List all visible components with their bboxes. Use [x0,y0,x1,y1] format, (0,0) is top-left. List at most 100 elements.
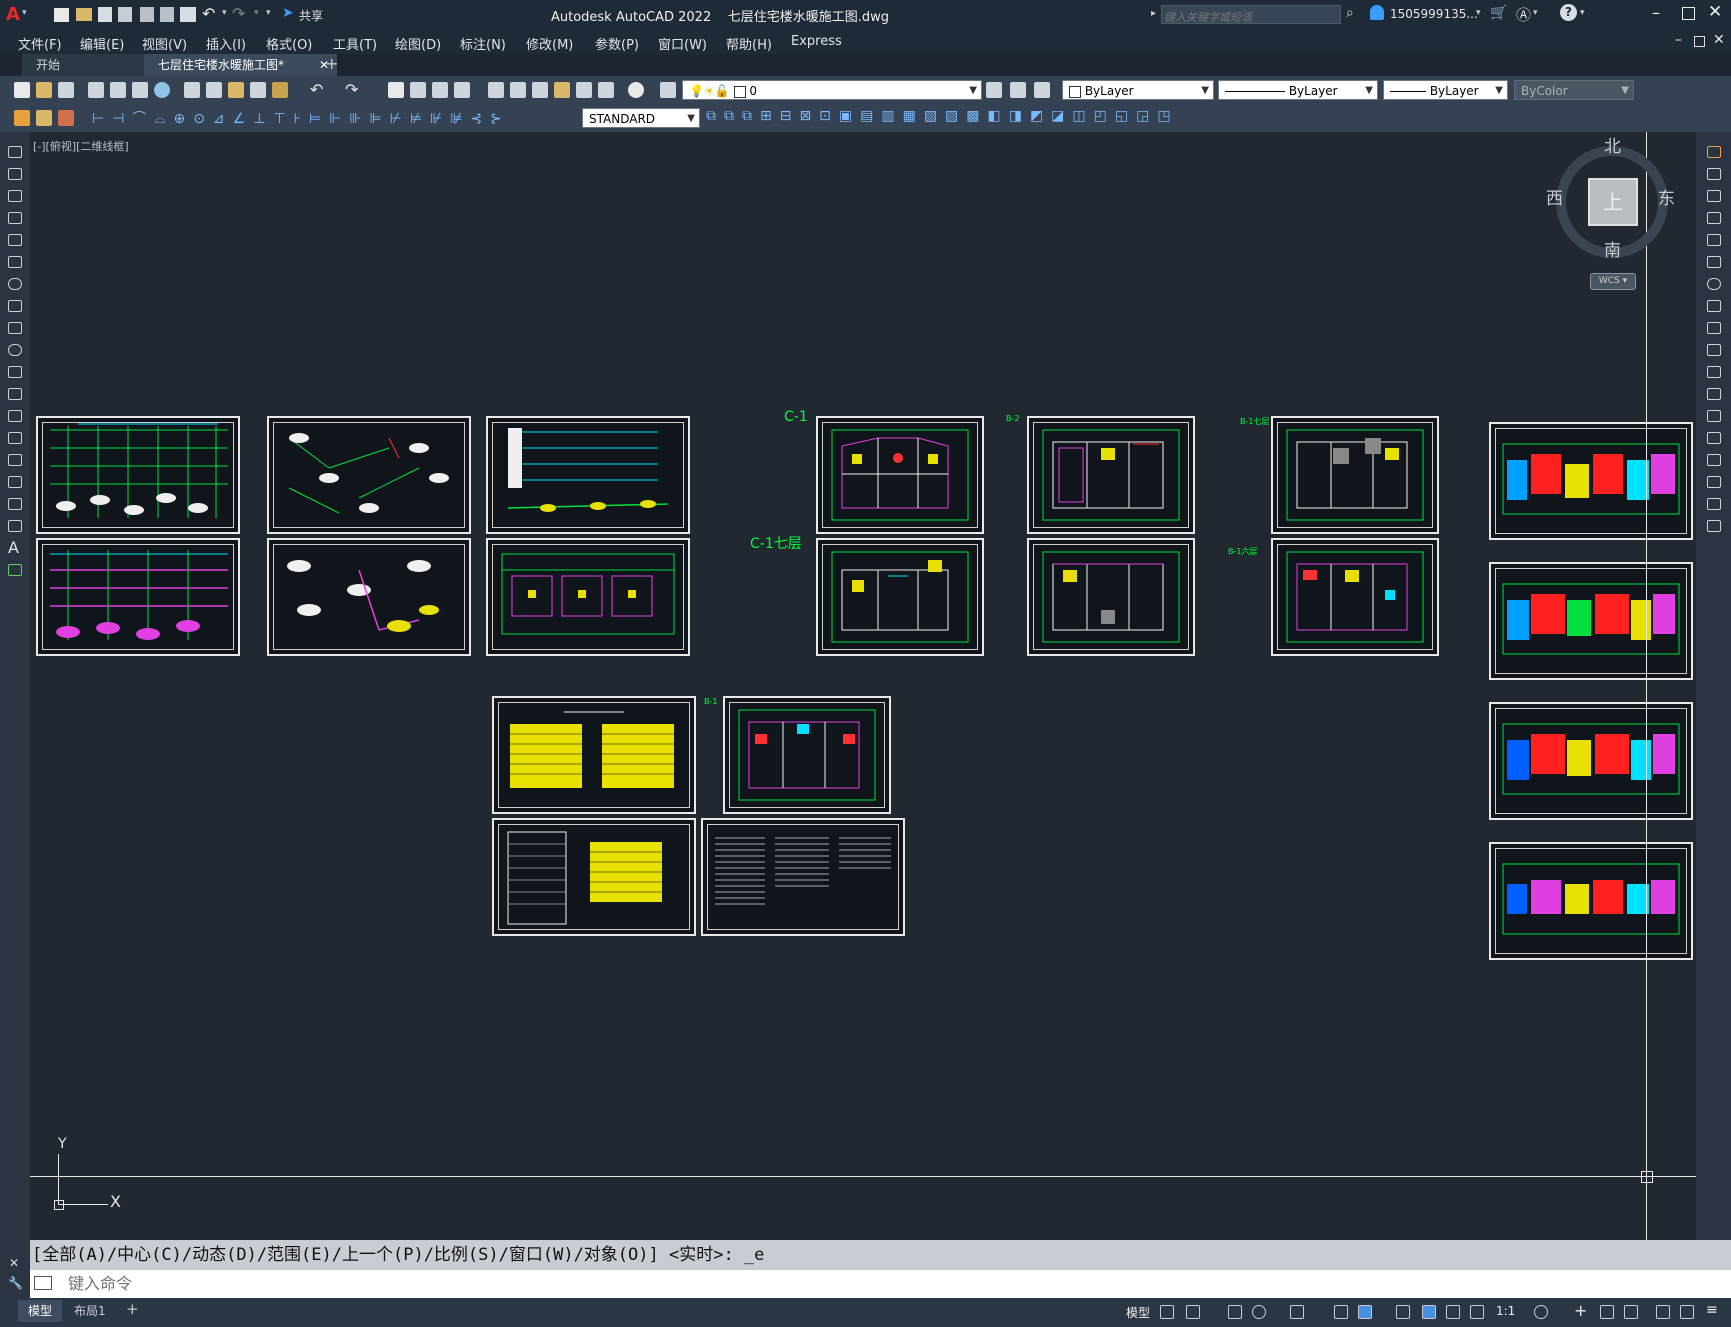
gradient-icon[interactable] [8,476,22,488]
model-space-button[interactable]: 模型 [1126,1304,1150,1321]
save-as-icon[interactable] [118,7,132,22]
table-icon[interactable] [8,520,22,532]
cart-icon[interactable]: 🛒 [1490,5,1507,21]
save-to-web-icon[interactable] [160,7,174,22]
arc-icon[interactable] [8,256,22,268]
make-block-icon[interactable] [8,410,22,422]
sheet-plan-b2[interactable] [1027,416,1195,534]
properties-icon[interactable] [488,82,504,98]
make-current-layer-icon[interactable] [986,82,1002,98]
tab-drawing[interactable]: 七层住宅楼水暖施工图* ✕ [144,54,337,76]
viewcube-north[interactable]: 北 [1604,132,1621,157]
sheet-plan-b1-7f[interactable] [1271,416,1439,534]
qnew-icon[interactable] [14,82,30,98]
mirror-icon[interactable] [1707,190,1721,202]
annotation-monitor-icon[interactable]: + [1574,1301,1587,1320]
user-account-name[interactable]: 1505999135... [1390,7,1478,21]
redo-dropdown-icon[interactable]: ▾ [254,8,259,18]
sheet-material-table[interactable] [492,696,696,814]
tab-layout1[interactable]: 布局1 [66,1300,114,1322]
ellipse-icon[interactable] [8,344,22,356]
menu-file[interactable]: 文件(F) [18,34,62,53]
units-icon[interactable] [1600,1305,1614,1319]
lineweight-dropdown[interactable]: ByLayer ▼ [1383,80,1508,100]
autodesk-app-icon[interactable]: Ⓐ [1516,4,1531,25]
add-selected-icon[interactable] [8,564,22,576]
object-snap-icon[interactable] [1358,1305,1372,1319]
region-icon[interactable] [8,498,22,510]
redo-icon[interactable]: ↷ [232,4,245,23]
layer-previous-icon[interactable] [1010,82,1026,98]
add-layout-icon[interactable]: + [126,1300,139,1318]
insert-block-icon[interactable] [8,388,22,400]
doc-restore-icon[interactable] [1694,36,1705,47]
match-properties-icon[interactable] [250,82,266,98]
clean-screen-icon[interactable] [1680,1305,1694,1319]
zoom-realtime-icon[interactable] [410,82,426,98]
plot-icon[interactable] [180,7,196,22]
revision-cloud-icon[interactable] [8,300,22,312]
array-icon[interactable] [1707,234,1721,246]
sheet-color-plan-4[interactable] [1489,842,1693,960]
open-file-icon[interactable] [76,8,92,21]
layer-freeze-icon[interactable]: ☀ [704,84,715,98]
save-icon[interactable] [98,7,112,22]
quickcalc-icon[interactable] [598,82,614,98]
design-center-icon[interactable] [510,82,526,98]
menu-parametric[interactable]: 参数(P) [595,34,639,53]
autodesk-app-dropdown-icon[interactable]: ▾ [1533,8,1538,18]
drawing-canvas[interactable]: [-][俯视][二维线框] C-1 C-1七层 B-2 B-1七层 B-1六层 … [30,132,1696,1240]
customization-icon[interactable]: ≡ [1706,1302,1718,1318]
viewport-controls-label[interactable]: [-][俯视][二维线框] [33,138,129,154]
modify-tools-icon[interactable]: ⧉⧉⧉⊞⊟⊠⊡▣▤▥▦▧▨▩◧◨◩◪◫◰◱◲◳ [706,108,1216,128]
spline-icon[interactable] [8,322,22,334]
stretch-icon[interactable] [1707,322,1721,334]
user-icon[interactable] [1370,5,1384,20]
maximize-icon[interactable] [1682,7,1695,20]
print-preview-icon[interactable] [110,82,126,98]
quick-dimension-icon[interactable] [14,110,30,126]
undo-dropdown-icon[interactable]: ▾ [222,8,227,18]
color-dropdown[interactable]: ByLayer ▼ [1062,80,1214,100]
menu-tools[interactable]: 工具(T) [333,34,377,53]
menu-express[interactable]: Express [791,34,842,49]
menu-window[interactable]: 窗口(W) [658,34,707,53]
cut-icon[interactable] [184,82,200,98]
chamfer-icon[interactable] [1707,454,1721,466]
menu-help[interactable]: 帮助(H) [726,34,772,53]
plotstyle-dropdown[interactable]: ByColor ▼ [1514,80,1634,100]
command-close-icon[interactable]: ✕ [9,1256,19,1270]
isodraft-icon[interactable] [1290,1305,1304,1319]
autocad-logo-icon[interactable]: A [6,4,20,25]
menu-format[interactable]: 格式(O) [266,34,312,53]
quick-properties-icon[interactable] [1624,1305,1638,1319]
ortho-icon[interactable] [1228,1305,1242,1319]
grid-icon[interactable] [1160,1305,1174,1319]
dimension-tools-icon[interactable]: ⊢⊣⌒⌓⊕⊙⊿∠⊥⊤⊦⊨⊩⊪⊫⊬⊭⊮⊯⊰⊱ [92,108,592,128]
textstyle-dropdown[interactable]: STANDARD ▼ [582,108,700,128]
recent-commands-icon[interactable] [34,1276,52,1290]
quick-access-customize-icon[interactable]: ▾ [266,8,271,18]
ellipse-arc-icon[interactable] [8,366,22,378]
auto-scale-icon[interactable] [1446,1305,1460,1319]
explode-icon[interactable] [1707,520,1721,532]
block-editor-icon[interactable] [272,82,288,98]
help-toolbar-icon[interactable] [628,82,644,98]
sheet-plan-b1-6f[interactable] [1271,538,1439,656]
blend-curves-icon[interactable] [1707,498,1721,510]
sheet-site-plan[interactable] [486,538,690,656]
zoom-window-icon[interactable] [432,82,448,98]
viewcube-top-face[interactable]: 上 [1588,178,1638,226]
dimension-erase-icon[interactable] [58,110,74,126]
sheet-heating-system-2[interactable] [36,538,240,656]
publish-icon[interactable] [132,82,148,98]
polyline-icon[interactable] [8,190,22,202]
search-icon[interactable]: ⌕ [1346,5,1354,21]
annotation-visibility-icon[interactable] [1422,1305,1436,1319]
undo-toolbar-icon[interactable]: ↶ [310,80,323,99]
polygon-icon[interactable] [8,212,22,224]
new-tab-icon[interactable]: + [325,54,338,73]
command-customize-icon[interactable]: 🔧 [8,1276,23,1290]
scale-icon[interactable] [1707,300,1721,312]
help-dropdown-icon[interactable]: ▾ [1580,8,1585,18]
